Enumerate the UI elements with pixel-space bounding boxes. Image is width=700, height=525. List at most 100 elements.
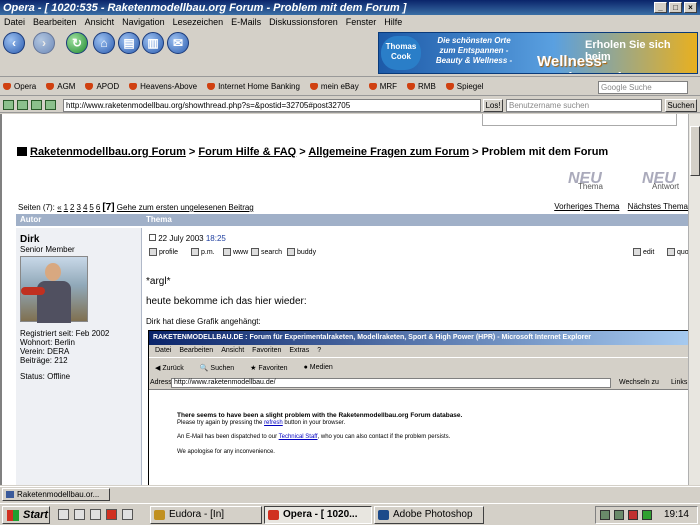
error-line1: There seems to have been a slight proble… [177,412,463,419]
network-icon[interactable] [600,510,610,520]
embedded-media-label: Medien [309,364,333,371]
page-icon[interactable] [31,100,42,110]
menu-ansicht[interactable]: Ansicht [85,17,115,27]
url-input[interactable]: http://www.raketenmodellbau.org/showthre… [63,99,481,112]
opera-icon[interactable] [106,509,117,520]
back-icon[interactable]: ‹ [3,32,25,54]
heart-icon [207,83,216,90]
tab-raketenmodellbau[interactable]: Raketenmodellbau.or... [2,488,110,501]
pm-link[interactable]: p.m. [191,248,215,256]
forum-icon [17,147,27,156]
mail-icon[interactable]: ✉ [167,32,189,54]
menu-fenster[interactable]: Fenster [346,17,377,27]
menu-diskussionsforen[interactable]: Diskussionsforen [269,17,338,27]
embedded-search: 🔍 Suchen [199,364,235,372]
forward-icon[interactable]: › [33,32,55,54]
avatar-rocket [21,287,45,295]
author-name[interactable]: Dirk [20,234,39,245]
breadcrumb-category-link[interactable]: Forum Hilfe & FAQ [198,146,296,158]
menu-lesezeichen[interactable]: Lesezeichen [173,17,224,27]
maximize-button[interactable]: □ [669,2,682,13]
buddy-link[interactable]: buddy [287,248,316,256]
print-icon[interactable]: ▥ [142,32,164,54]
page-icon[interactable] [17,100,28,110]
avatar [20,256,88,323]
attached-screenshot[interactable]: RAKETENMODELLBAU.DE : Forum für Experime… [148,330,690,485]
menu-hilfe[interactable]: Hilfe [384,17,402,27]
windows-logo-icon [7,510,19,521]
bookmark-agm[interactable]: AGM [46,82,75,91]
heart-icon [407,83,416,90]
close-button[interactable]: × [684,2,697,13]
advertisement-banner[interactable]: Thomas Cook Die schönsten Orte zum Entsp… [378,32,698,74]
search-link[interactable]: search [251,248,282,256]
breadcrumb-forum-link[interactable]: Raketenmodellbau.org Forum [30,146,186,158]
previous-thread-link[interactable]: Vorheriges Thema [554,202,619,211]
buddy-icon [287,248,295,256]
next-thread-link[interactable]: Nächstes Thema [628,202,688,211]
bookmark-label: MRF [379,82,398,91]
www-icon [223,248,231,256]
menu-datei[interactable]: Datei [4,17,25,27]
embedded-title-bar: RAKETENMODELLBAU.DE : Forum für Experime… [149,331,689,345]
page-icon[interactable] [45,100,56,110]
bookmark-mein-ebay[interactable]: mein eBay [309,82,359,91]
page-link[interactable]: 2 [70,203,74,212]
scrollbar-thumb[interactable] [690,126,700,176]
start-button[interactable]: Start [2,506,50,524]
task-photoshop[interactable]: Adobe Photoshop [374,506,484,524]
first-unread-link[interactable]: Gehe zum ersten ungelesenen Beitrag [117,203,254,212]
bookmark-opera[interactable]: Opera [3,82,36,91]
menu-bearbeiten[interactable]: Bearbeiten [33,17,77,27]
reload-icon[interactable]: ↻ [66,32,88,54]
page-link[interactable]: 6 [96,203,100,212]
breadcrumb-subforum-link[interactable]: Allgemeine Fragen zum Forum [308,146,469,158]
menu-navigation[interactable]: Navigation [122,17,165,27]
post-table-header: Autor Thema [16,214,691,226]
profile-link[interactable]: profile [149,248,178,256]
bookmark-apod[interactable]: APOD [85,82,119,91]
page-first-link[interactable]: « [57,203,61,212]
task-label: Eudora - [In] [169,509,225,520]
print-icon[interactable] [3,100,14,110]
app-icon[interactable] [122,509,133,520]
minimize-button[interactable]: _ [654,2,667,13]
embedded-menu-bar: Datei Bearbeiten Ansicht Favoriten Extras? [149,345,689,357]
edit-label: edit [643,248,655,256]
page-link[interactable]: 5 [89,203,93,212]
volume-icon[interactable] [614,510,624,520]
error-line4: We apologise for any inconvenience. [177,449,275,455]
quote-button[interactable]: quo [667,248,689,256]
avatar-head [45,263,61,281]
google-search-input[interactable]: Google Suche [598,81,688,94]
www-link[interactable]: www [223,248,248,256]
bookmark-mrf[interactable]: MRF [368,82,398,91]
task-opera[interactable]: Opera - [ 1020... [264,506,372,524]
desktop-icon[interactable] [58,509,69,520]
heart-icon [85,83,94,90]
menu-emails[interactable]: E-Mails [231,17,261,27]
edit-button[interactable]: edit [633,248,654,256]
breadcrumb-separator: > [188,146,196,158]
page-link[interactable]: 1 [64,203,68,212]
bookmarks-icon[interactable]: ▤ [118,32,140,54]
new-thread-button[interactable]: NEU Thema [568,170,624,196]
user-search-input[interactable]: Benutzername suchen [506,99,662,112]
embedded-menu-item: Ansicht [221,347,245,354]
page-link[interactable]: 3 [77,203,81,212]
vertical-scrollbar[interactable] [688,114,700,485]
bookmark-heavens-above[interactable]: Heavens-Above [129,82,197,91]
tray-app-icon[interactable] [642,510,652,520]
page-link[interactable]: 4 [83,203,87,212]
bookmark-internet-home-banking[interactable]: Internet Home Banking [207,82,300,91]
ie-icon[interactable] [90,509,101,520]
embedded-go: Wechseln zu [619,379,659,386]
bookmark-rmb[interactable]: RMB [407,82,436,91]
tray-app-icon[interactable] [628,510,638,520]
home-icon[interactable]: ⌂ [93,32,115,54]
email-icon[interactable] [74,509,85,520]
bookmark-spiegel[interactable]: Spiegel [445,82,483,91]
search-button[interactable]: Suchen [665,99,697,112]
go-button[interactable]: Los! [483,99,503,112]
task-eudora[interactable]: Eudora - [In] [150,506,262,524]
